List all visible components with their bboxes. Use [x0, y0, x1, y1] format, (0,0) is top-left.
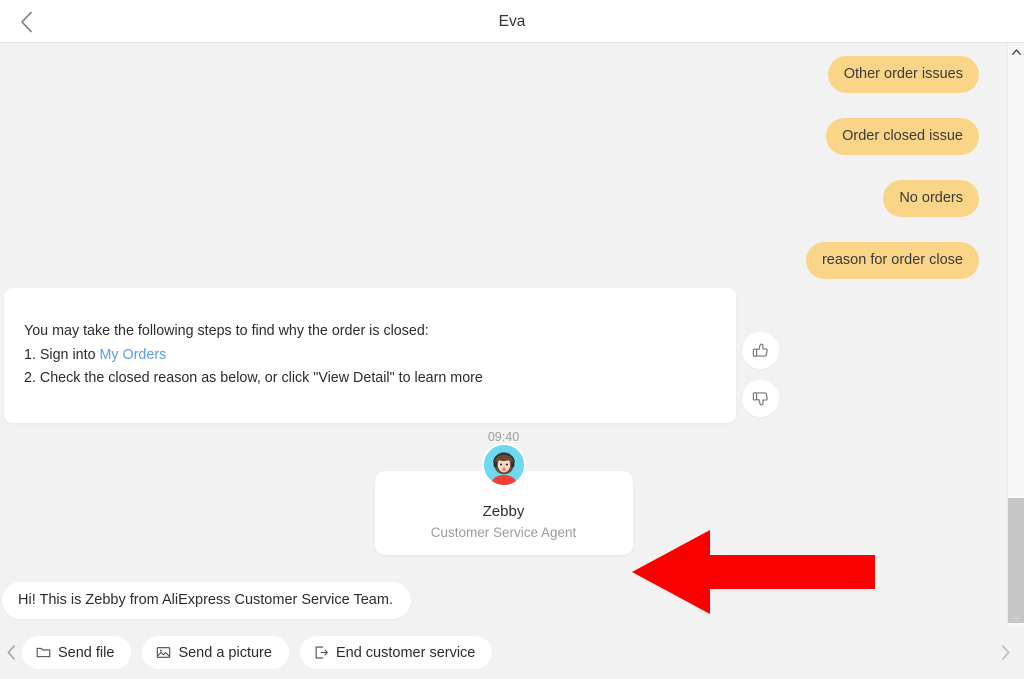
chevron-left-icon	[7, 645, 15, 660]
exit-icon	[315, 646, 328, 659]
image-icon	[157, 647, 171, 658]
user-message-bubble[interactable]: Order closed issue	[826, 118, 979, 156]
message-row-user: No orders	[883, 180, 979, 218]
agent-greeting-message: Hi! This is Zebby from AliExpress Custom…	[2, 582, 411, 619]
bot-message-line-2-text: 1. Sign into	[24, 346, 100, 363]
agent-name: Zebby	[482, 503, 525, 520]
folder-icon	[36, 647, 51, 658]
scroll-down-button[interactable]	[1008, 609, 1024, 626]
thumbs-up-button[interactable]	[742, 332, 779, 369]
agent-card[interactable]: Zebby Customer Service Agent	[374, 443, 633, 555]
vertical-scrollbar[interactable]	[1007, 43, 1024, 626]
actions-prev-button[interactable]	[0, 626, 22, 679]
send-picture-label: Send a picture	[178, 644, 272, 661]
avatar	[481, 443, 526, 487]
end-customer-service-button[interactable]: End customer service	[299, 636, 493, 669]
chat-app: Eva Other order issues Order closed issu…	[0, 0, 1024, 679]
end-service-label: End customer service	[335, 644, 476, 661]
actions-next-button[interactable]	[994, 626, 1016, 679]
customer-service-agent-avatar	[483, 445, 524, 485]
user-message-bubble[interactable]: reason for order close	[805, 242, 979, 280]
feedback-buttons	[742, 332, 779, 417]
thumbs-down-button[interactable]	[742, 380, 779, 417]
app-header: Eva	[0, 0, 1024, 43]
scrollbar-track[interactable]	[1008, 60, 1024, 623]
user-message-bubble[interactable]: No orders	[883, 180, 979, 218]
thumbs-up-icon	[752, 343, 768, 357]
chevron-down-icon	[1011, 614, 1021, 621]
user-message-bubble[interactable]: Other order issues	[827, 56, 979, 94]
bot-message-line-1: You may take the following steps to find…	[24, 323, 429, 339]
message-row-user: reason for order close	[805, 242, 979, 280]
page-title: Eva	[498, 12, 526, 30]
quick-action-bar: Send file Send a picture End customer se…	[0, 626, 1024, 679]
agent-card-row: Zebby Customer Service Agent	[0, 443, 1007, 555]
chevron-up-icon	[1011, 48, 1021, 55]
thumbs-down-icon	[752, 392, 768, 406]
send-file-label: Send file	[58, 644, 115, 661]
chevron-right-icon	[1001, 645, 1009, 660]
send-file-button[interactable]: Send file	[22, 636, 132, 669]
bot-message-line-2: 1. Sign into My Orders	[24, 344, 716, 368]
send-picture-button[interactable]: Send a picture	[142, 636, 289, 669]
scrollbar-thumb[interactable]	[1008, 498, 1024, 623]
my-orders-link[interactable]: My Orders	[100, 347, 167, 363]
agent-role: Customer Service Agent	[430, 525, 577, 540]
message-row-user: Other order issues	[827, 56, 979, 94]
scroll-up-button[interactable]	[1008, 43, 1024, 60]
bot-message-card: You may take the following steps to find…	[4, 288, 736, 423]
message-timestamp: 09:40	[487, 430, 520, 444]
message-row-user: Order closed issue	[826, 118, 979, 156]
bot-message-line-3: 2. Check the closed reason as below, or …	[24, 370, 483, 386]
chat-message-list: Other order issues Order closed issue No…	[0, 43, 1007, 626]
